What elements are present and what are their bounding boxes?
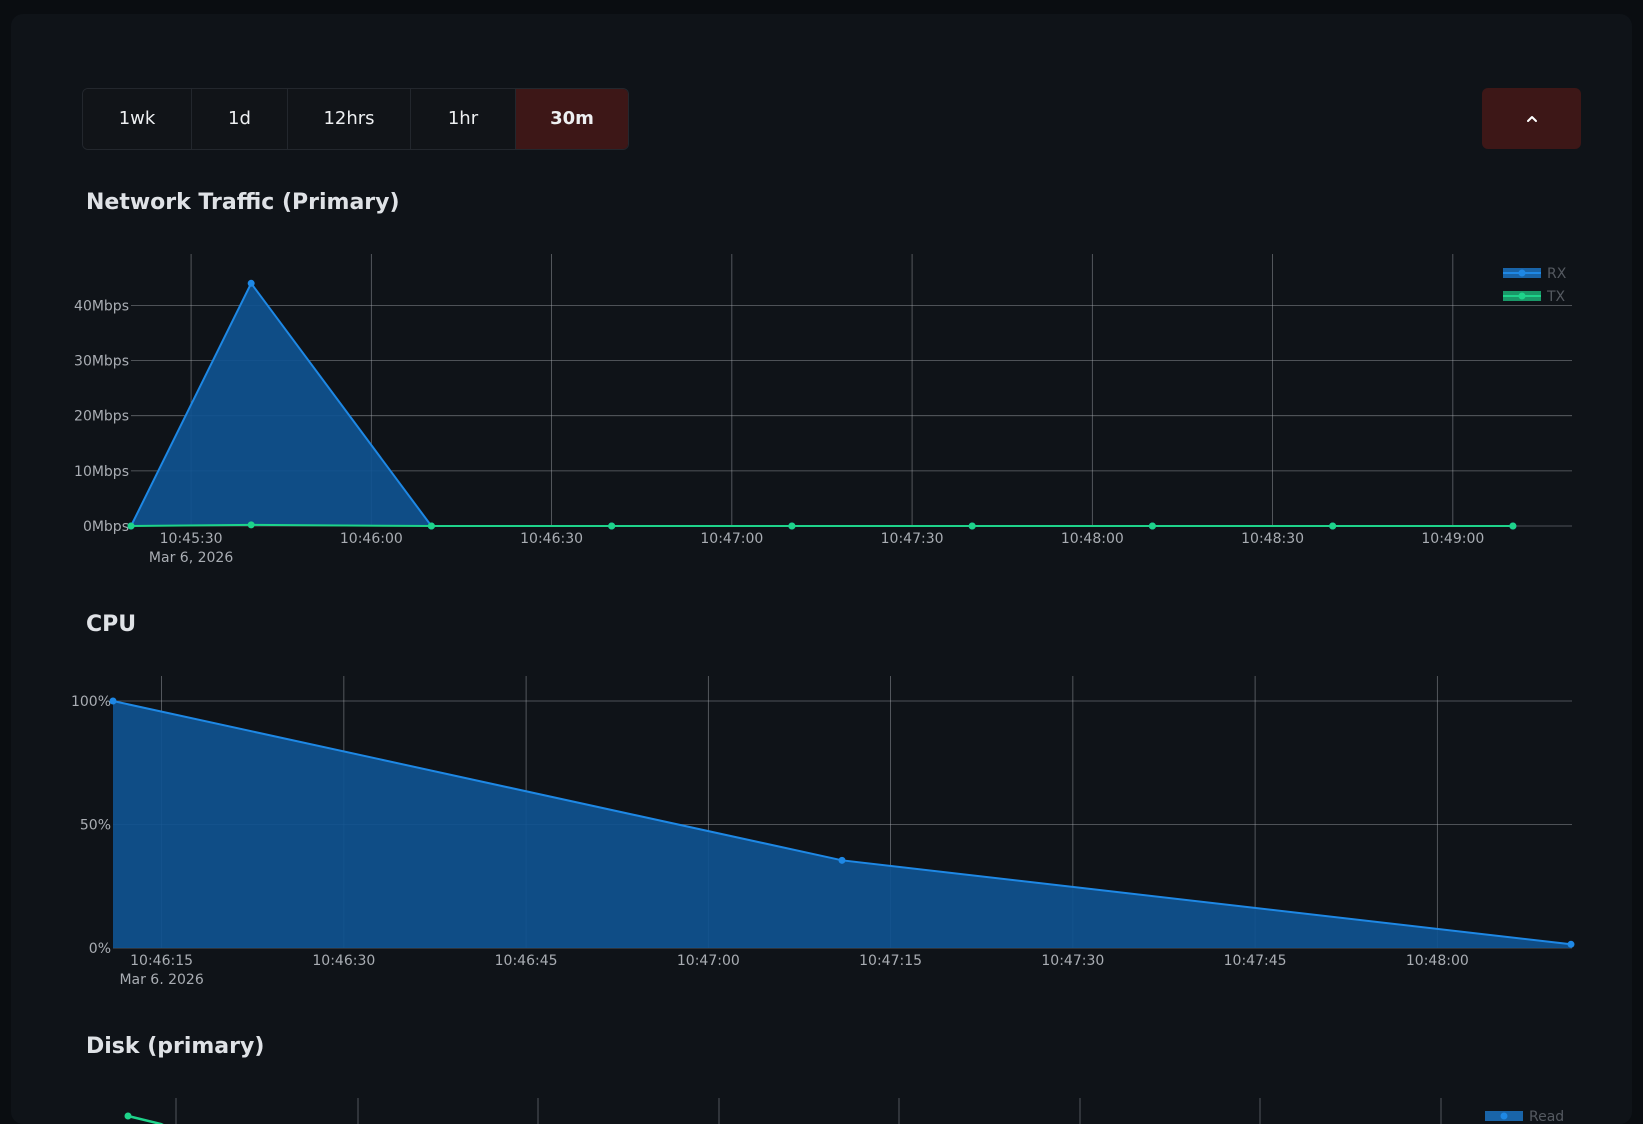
x-date-label: Mar 6, 2026 [119, 972, 203, 984]
x-tick-label: 10:47:00 [677, 953, 740, 969]
series-area-rx [131, 283, 1513, 526]
data-point [1148, 522, 1156, 530]
collapse-button[interactable] [1482, 88, 1581, 149]
series-line-write [127, 1114, 164, 1124]
legend-label: Read [1529, 1109, 1564, 1124]
data-point [247, 521, 255, 529]
range-1hr-button[interactable]: 1hr [411, 89, 516, 149]
legend-marker [1518, 292, 1526, 300]
data-point [427, 522, 435, 530]
disk-chart-title: Disk (primary) [86, 1034, 265, 1059]
x-tick-label: 10:47:30 [1041, 953, 1104, 969]
data-point [968, 522, 976, 530]
legend-label: RX [1547, 266, 1567, 282]
y-tick-label: 10Mbps [74, 464, 129, 480]
legend-item-tx: TX [1503, 289, 1566, 305]
x-tick-label: 10:46:00 [340, 531, 403, 547]
data-point [608, 522, 616, 530]
legend-label: TX [1546, 289, 1566, 305]
chevron-up-icon [1526, 115, 1537, 122]
dashboard-panel: 1wk 1d 12hrs 1hr 30m Network Traffic (Pr… [11, 14, 1632, 1124]
range-12hrs-button[interactable]: 12hrs [288, 89, 411, 149]
x-tick-label: 10:48:00 [1406, 953, 1469, 969]
legend-marker [1500, 1112, 1508, 1120]
cpu-chart: 0% 50% 100% 10:46:15 Mar 6, 2026 10:46:30 10:4… [71, 676, 1575, 984]
x-tick-label: 10:46:30 [312, 953, 375, 969]
range-1wk-button[interactable]: 1wk [83, 89, 192, 149]
data-point [1567, 940, 1575, 948]
range-1d-button[interactable]: 1d [192, 89, 288, 149]
network-traffic-chart: 0Mbps 10Mbps 20Mbps 30Mbps 40Mbps 10:45:30 Mar… [74, 254, 1572, 564]
data-point [127, 522, 135, 530]
data-point [124, 1112, 132, 1120]
legend-marker [1518, 269, 1526, 277]
range-30m-button[interactable]: 30m [516, 89, 628, 149]
data-point [788, 522, 796, 530]
x-tick-label: 10:46:15 [130, 953, 193, 969]
x-tick-label: 10:47:15 [859, 953, 922, 969]
x-tick-label: 10:47:30 [881, 531, 944, 547]
y-tick-label: 40Mbps [74, 298, 129, 314]
y-tick-label: 30Mbps [74, 354, 129, 370]
x-tick-label: 10:45:30 [160, 531, 223, 547]
x-tick-label: 10:48:00 [1061, 531, 1124, 547]
x-tick-label: 10:49:00 [1421, 531, 1484, 547]
data-point [838, 856, 846, 864]
legend-item-rx: RX [1503, 266, 1567, 282]
data-point [1329, 522, 1337, 530]
x-tick-label: 10:46:30 [520, 531, 583, 547]
x-tick-label: 10:47:00 [700, 531, 763, 547]
data-point [109, 697, 117, 705]
network-chart-title: Network Traffic (Primary) [86, 190, 400, 215]
y-tick-label: 0Mbps [83, 519, 129, 535]
x-tick-label: 10:47:45 [1224, 953, 1287, 969]
y-tick-label: 100% [71, 694, 111, 710]
y-tick-label: 50% [80, 818, 111, 834]
x-tick-label: 10:46:45 [495, 953, 558, 969]
cpu-chart-title: CPU [86, 612, 137, 637]
time-range-selector: 1wk 1d 12hrs 1hr 30m [82, 88, 629, 150]
legend-item-read: Read [1485, 1109, 1564, 1124]
x-date-label: Mar 6, 2026 [149, 550, 233, 564]
data-point [1509, 522, 1517, 530]
y-tick-label: 20Mbps [74, 409, 129, 425]
x-tick-label: 10:48:30 [1241, 531, 1304, 547]
y-tick-label: 0% [89, 941, 111, 957]
data-point [247, 279, 255, 287]
disk-chart: Read [124, 1098, 1564, 1124]
series-line-tx [130, 523, 1513, 527]
